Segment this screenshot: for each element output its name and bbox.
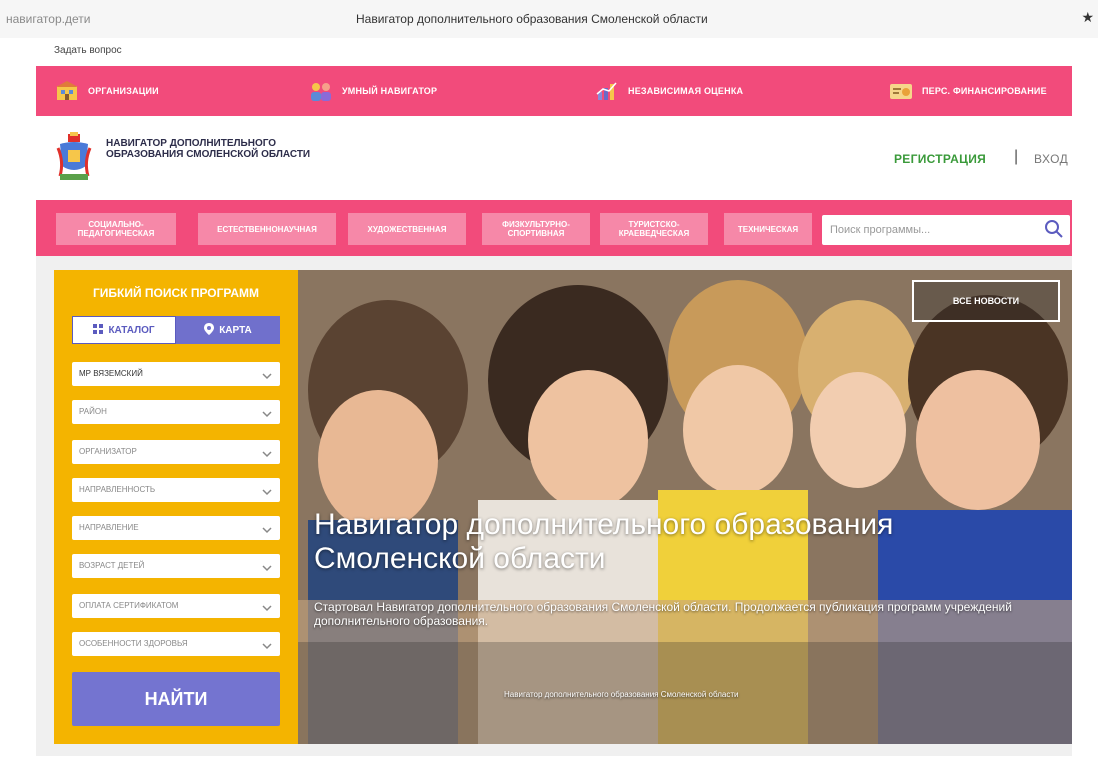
hero-title: Навигатор дополнительного образования См… xyxy=(314,508,894,575)
login-link[interactable]: ВХОД xyxy=(1034,152,1068,166)
address-bar[interactable]: навигатор.дети xyxy=(6,12,90,26)
panel-title: ГИБКИЙ ПОИСК ПРОГРАММ xyxy=(92,286,260,300)
top-nav-smart-navigator-label: УМНЫЙ НАВИГАТОР xyxy=(342,86,438,96)
category-sports[interactable]: ФИЗКУЛЬТУРНО-СПОРТИВНАЯ xyxy=(482,213,590,245)
program-search-box[interactable]: Поиск программы... xyxy=(822,215,1070,245)
age-select-value: ВОЗРАСТ ДЕТЕЙ xyxy=(79,561,145,570)
site-logo-text[interactable]: НАВИГАТОР ДОПОЛНИТЕЛЬНОГО ОБРАЗОВАНИЯ СМ… xyxy=(106,138,336,160)
age-select[interactable]: ВОЗРАСТ ДЕТЕЙ xyxy=(72,554,280,578)
chevron-down-icon xyxy=(262,560,272,572)
certificate-payment-select[interactable]: ОПЛАТА СЕРТИФИКАТОМ xyxy=(72,594,280,618)
focus-select-value: НАПРАВЛЕННОСТЬ xyxy=(79,485,156,494)
hero-banner[interactable]: ВСЕ НОВОСТИ Навигатор дополнительного об… xyxy=(298,270,1072,744)
search-icon[interactable] xyxy=(1044,219,1064,239)
people-icon xyxy=(308,80,334,102)
hero-caption: Навигатор дополнительного образования См… xyxy=(504,690,739,699)
direction-select-value: НАПРАВЛЕНИЕ xyxy=(79,523,139,532)
chevron-down-icon xyxy=(262,638,272,650)
register-link[interactable]: РЕГИСТРАЦИЯ xyxy=(894,152,986,166)
health-features-select-value: ОСОБЕННОСТИ ЗДОРОВЬЯ xyxy=(79,639,188,648)
hero-description: Стартовал Навигатор дополнительного обра… xyxy=(314,600,1012,628)
grid-icon xyxy=(93,323,104,337)
map-tab[interactable]: КАРТА xyxy=(176,316,280,344)
window-title: Навигатор дополнительного образования См… xyxy=(356,12,708,26)
top-nav-independent-assessment[interactable]: НЕЗАВИСИМАЯ ОЦЕНКА xyxy=(594,66,743,116)
chevron-down-icon xyxy=(262,406,272,418)
catalog-tab-label: КАТАЛОГ xyxy=(108,324,155,336)
bookmark-star-icon[interactable]: ★ xyxy=(1081,9,1094,26)
coat-of-arms-icon[interactable] xyxy=(54,132,94,182)
category-social-pedagogical[interactable]: СОЦИАЛЬНО-ПЕДАГОГИЧЕСКАЯ xyxy=(56,213,176,245)
focus-select[interactable]: НАПРАВЛЕННОСТЬ xyxy=(72,478,280,502)
top-nav-organizations[interactable]: ОРГАНИЗАЦИИ xyxy=(54,66,159,116)
catalog-tab[interactable]: КАТАЛОГ xyxy=(72,316,176,344)
organizer-select-value: ОРГАНИЗАТОР xyxy=(79,447,137,456)
organizer-select[interactable]: ОРГАНИЗАТОР xyxy=(72,440,280,464)
category-bar: СОЦИАЛЬНО-ПЕДАГОГИЧЕСКАЯ ЕСТЕСТВЕННОНАУЧ… xyxy=(36,200,1072,256)
category-natural-science[interactable]: ЕСТЕСТВЕННОНАУЧНАЯ xyxy=(198,213,336,245)
chart-icon xyxy=(594,80,620,102)
category-technical[interactable]: ТЕХНИЧЕСКАЯ xyxy=(724,213,812,245)
chevron-down-icon xyxy=(262,522,272,534)
page: навигатор.дети Навигатор дополнительного… xyxy=(0,0,1098,769)
certificate-payment-select-value: ОПЛАТА СЕРТИФИКАТОМ xyxy=(79,601,179,610)
top-nav-personal-financing-label: ПЕРС. ФИНАНСИРОВАНИЕ xyxy=(922,86,1047,96)
find-button[interactable]: НАЙТИ xyxy=(72,672,280,726)
flexible-search-panel: ГИБКИЙ ПОИСК ПРОГРАММ КАТАЛОГ КАРТА МР В… xyxy=(54,270,298,744)
municipality-select[interactable]: МР ВЯЗЕМСКИЙ xyxy=(72,362,280,386)
map-tab-label: КАРТА xyxy=(219,324,252,336)
top-nav-smart-navigator[interactable]: УМНЫЙ НАВИГАТОР xyxy=(308,66,437,116)
top-nav: ОРГАНИЗАЦИИ УМНЫЙ НАВИГАТОР НЕЗАВИСИМАЯ … xyxy=(36,66,1072,116)
chevron-down-icon xyxy=(262,446,272,458)
site-header: НАВИГАТОР ДОПОЛНИТЕЛЬНОГО ОБРАЗОВАНИЯ СМ… xyxy=(36,116,1072,200)
map-pin-icon xyxy=(204,322,215,338)
ask-bar: Задать вопрос xyxy=(0,38,1098,66)
search-input[interactable]: Поиск программы... xyxy=(830,224,930,236)
chevron-down-icon xyxy=(262,600,272,612)
category-tourism-local-history[interactable]: ТУРИСТСКО-КРАЕВЕДЧЕСКАЯ xyxy=(600,213,708,245)
certificate-icon xyxy=(888,80,914,102)
view-toggle: КАТАЛОГ КАРТА xyxy=(72,316,280,344)
district-select[interactable]: РАЙОН xyxy=(72,400,280,424)
direction-select[interactable]: НАПРАВЛЕНИЕ xyxy=(72,516,280,540)
municipality-select-value: МР ВЯЗЕМСКИЙ xyxy=(79,369,143,378)
top-nav-organizations-label: ОРГАНИЗАЦИИ xyxy=(88,86,159,96)
all-news-button[interactable]: ВСЕ НОВОСТИ xyxy=(912,280,1060,322)
top-nav-independent-assessment-label: НЕЗАВИСИМАЯ ОЦЕНКА xyxy=(628,86,744,96)
chevron-down-icon xyxy=(262,484,272,496)
header-separator: | xyxy=(1014,148,1019,165)
ask-question-link[interactable]: Задать вопрос xyxy=(54,45,122,56)
category-art[interactable]: ХУДОЖЕСТВЕННАЯ xyxy=(348,213,466,245)
top-nav-personal-financing[interactable]: ПЕРС. ФИНАНСИРОВАНИЕ xyxy=(888,66,1047,116)
building-icon xyxy=(54,80,80,102)
browser-title-bar: навигатор.дети Навигатор дополнительного… xyxy=(0,0,1098,38)
chevron-down-icon xyxy=(262,368,272,380)
health-features-select[interactable]: ОСОБЕННОСТИ ЗДОРОВЬЯ xyxy=(72,632,280,656)
district-select-value: РАЙОН xyxy=(79,407,107,416)
